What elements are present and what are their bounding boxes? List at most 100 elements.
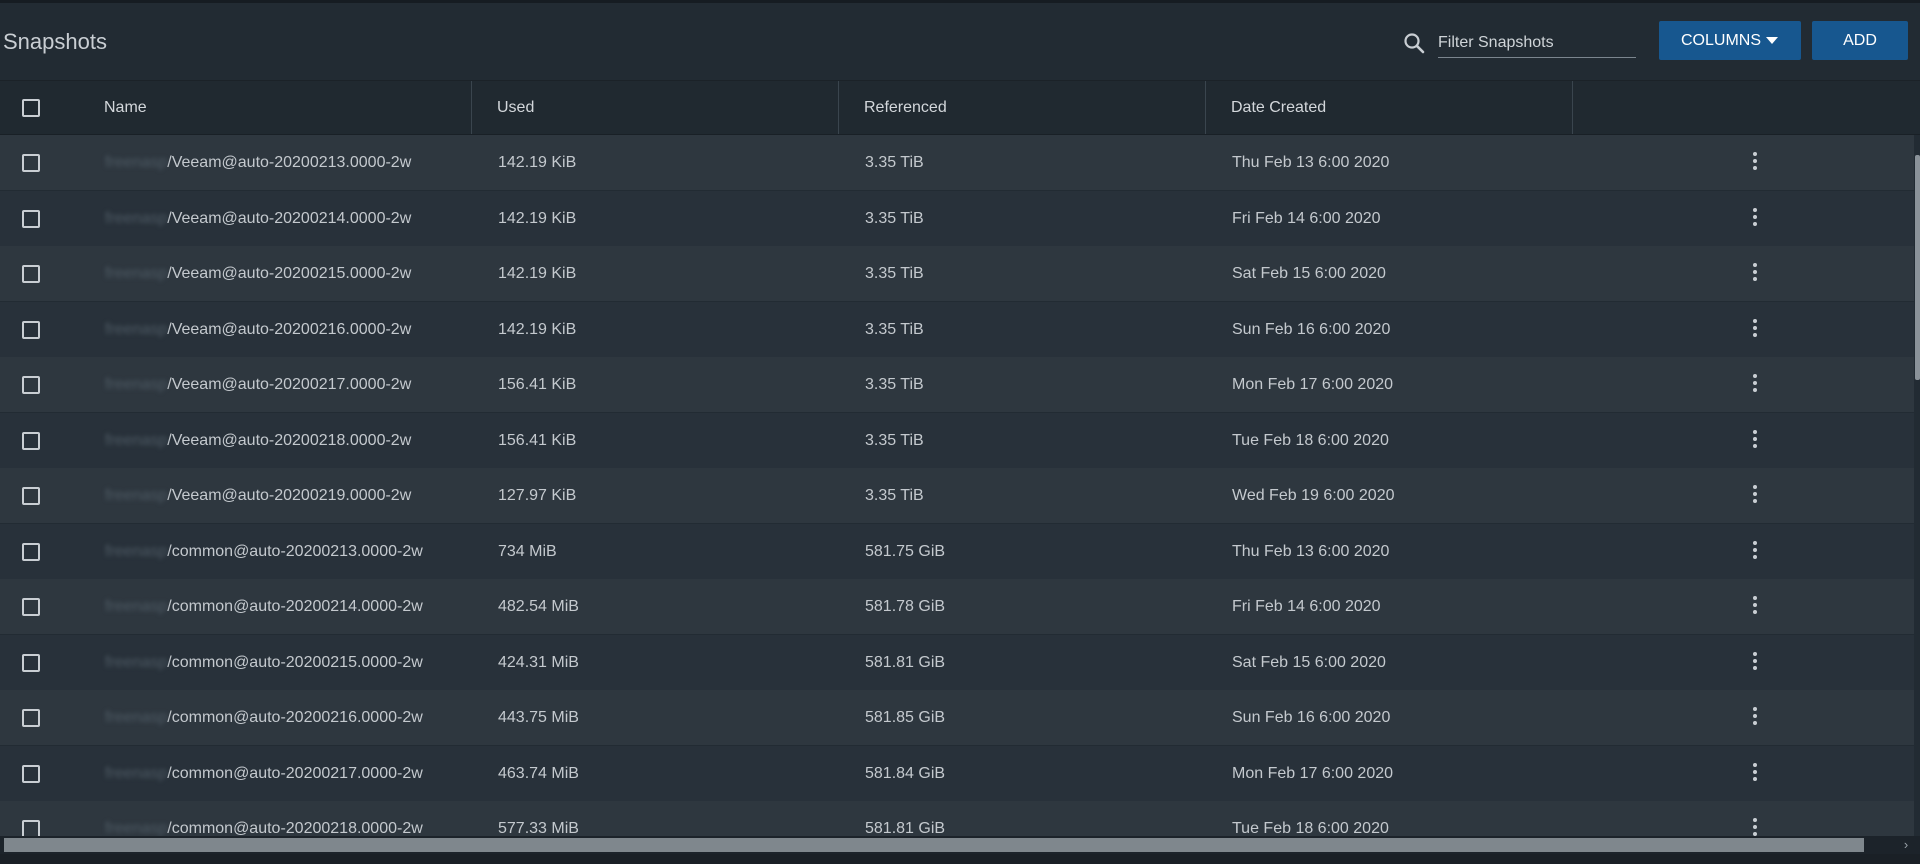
kebab-menu-icon[interactable]: [1752, 540, 1758, 561]
kebab-menu-icon[interactable]: [1752, 374, 1758, 394]
table-row[interactable]: freenasp/common@auto-20200213.0000-2w 734…: [0, 523, 1914, 579]
snapshot-path: /Veeam@auto-20200219.0000-2w: [167, 487, 412, 504]
kebab-menu-icon[interactable]: [1752, 707, 1758, 727]
referenced-size: 3.35 TiB: [865, 154, 924, 171]
row-checkbox[interactable]: [22, 598, 40, 616]
row-checkbox[interactable]: [22, 653, 40, 672]
page-title: Snapshots: [3, 29, 107, 54]
snapshot-path: /Veeam@auto-20200213.0000-2w: [167, 154, 412, 171]
row-checkbox[interactable]: [22, 265, 40, 283]
snapshot-name: freenasp/common@auto-20200218.0000-2w: [105, 801, 423, 836]
row-checkbox[interactable]: [22, 376, 40, 394]
kebab-menu-icon[interactable]: [1752, 818, 1758, 836]
snapshot-name: freenasp/Veeam@auto-20200217.0000-2w: [105, 357, 411, 412]
kebab-menu-icon[interactable]: [1752, 762, 1758, 783]
date-created: Sun Feb 16 6:00 2020: [1232, 709, 1391, 726]
referenced-size: 3.35 TiB: [865, 431, 924, 449]
referenced-size: 581.81 GiB: [865, 820, 946, 836]
horizontal-scrollbar[interactable]: ›: [0, 836, 1920, 854]
snapshot-name: freenasp/Veeam@auto-20200218.0000-2w: [105, 413, 411, 468]
pool-name-redacted: freenasp: [105, 209, 168, 227]
date-created: Sat Feb 15 6:00 2020: [1232, 265, 1386, 282]
table-row[interactable]: freenasp/common@auto-20200217.0000-2w 463…: [0, 745, 1914, 801]
used-size: 463.74 MiB: [498, 764, 579, 782]
date-created: Tue Feb 18 6:00 2020: [1232, 431, 1389, 449]
snapshot-path: /Veeam@auto-20200214.0000-2w: [167, 209, 412, 227]
chevron-right-icon[interactable]: ›: [1899, 836, 1913, 854]
vertical-scrollbar-thumb[interactable]: [1915, 155, 1920, 380]
columns-button[interactable]: COLUMNS: [1659, 21, 1801, 60]
date-created: Sat Feb 15 6:00 2020: [1232, 653, 1386, 671]
column-divider[interactable]: [1205, 81, 1206, 134]
snapshot-path: /common@auto-20200215.0000-2w: [167, 653, 423, 671]
kebab-menu-icon[interactable]: [1752, 429, 1758, 450]
search-icon[interactable]: [1402, 31, 1426, 55]
table-row[interactable]: freenasp/Veeam@auto-20200219.0000-2w 127.…: [0, 468, 1914, 523]
referenced-size: 581.75 GiB: [865, 542, 946, 560]
filter-snapshots-input[interactable]: [1438, 29, 1636, 58]
row-checkbox[interactable]: [22, 209, 40, 228]
snapshot-path: /Veeam@auto-20200217.0000-2w: [167, 376, 412, 393]
row-checkbox[interactable]: [22, 764, 40, 783]
used-size: 156.41 KiB: [498, 431, 577, 449]
table-row[interactable]: freenasp/common@auto-20200218.0000-2w 577…: [0, 801, 1914, 836]
column-divider[interactable]: [838, 81, 839, 134]
row-checkbox[interactable]: [22, 487, 40, 505]
column-divider[interactable]: [471, 81, 472, 134]
page-header: Snapshots COLUMNS ADD: [0, 3, 1920, 81]
snapshot-path: /Veeam@auto-20200215.0000-2w: [167, 265, 412, 282]
snapshot-table-body: freenasp/Veeam@auto-20200213.0000-2w 142.…: [0, 135, 1914, 836]
snapshot-path: /common@auto-20200218.0000-2w: [167, 820, 423, 836]
add-button[interactable]: ADD: [1812, 21, 1908, 60]
used-size: 577.33 MiB: [498, 820, 579, 836]
kebab-menu-icon[interactable]: [1752, 596, 1758, 616]
used-size: 127.97 KiB: [498, 487, 577, 504]
snapshot-name: freenasp/Veeam@auto-20200215.0000-2w: [105, 246, 411, 301]
pool-name-redacted: freenasp: [105, 431, 168, 449]
snapshot-name: freenasp/Veeam@auto-20200216.0000-2w: [105, 302, 411, 357]
row-checkbox[interactable]: [22, 542, 40, 561]
row-checkbox[interactable]: [22, 820, 40, 836]
snapshot-name: freenasp/Veeam@auto-20200214.0000-2w: [105, 191, 411, 246]
snapshot-name: freenasp/Veeam@auto-20200219.0000-2w: [105, 468, 411, 523]
table-row[interactable]: freenasp/Veeam@auto-20200217.0000-2w 156.…: [0, 357, 1914, 412]
horizontal-scrollbar-thumb[interactable]: [4, 838, 1864, 852]
date-created: Fri Feb 14 6:00 2020: [1232, 209, 1381, 227]
table-row[interactable]: freenasp/Veeam@auto-20200214.0000-2w 142.…: [0, 190, 1914, 246]
date-created: Thu Feb 13 6:00 2020: [1232, 154, 1390, 171]
referenced-size: 581.81 GiB: [865, 653, 946, 671]
referenced-size: 581.85 GiB: [865, 709, 946, 726]
table-row[interactable]: freenasp/Veeam@auto-20200216.0000-2w 142.…: [0, 301, 1914, 357]
kebab-menu-icon[interactable]: [1752, 485, 1758, 505]
row-checkbox[interactable]: [22, 431, 40, 450]
table-row[interactable]: freenasp/Veeam@auto-20200218.0000-2w 156.…: [0, 412, 1914, 468]
column-header-date-created[interactable]: Date Created: [1231, 81, 1326, 134]
snapshot-path: /common@auto-20200217.0000-2w: [167, 764, 423, 782]
table-row[interactable]: freenasp/common@auto-20200215.0000-2w 424…: [0, 634, 1914, 690]
table-row[interactable]: freenasp/Veeam@auto-20200215.0000-2w 142.…: [0, 246, 1914, 301]
select-all-checkbox[interactable]: [22, 99, 40, 117]
used-size: 142.19 KiB: [498, 265, 577, 282]
pool-name-redacted: freenasp: [105, 598, 168, 615]
table-row[interactable]: freenasp/common@auto-20200214.0000-2w 482…: [0, 579, 1914, 634]
pool-name-redacted: freenasp: [105, 376, 168, 393]
column-header-referenced[interactable]: Referenced: [864, 81, 947, 134]
table-row[interactable]: freenasp/Veeam@auto-20200213.0000-2w 142.…: [0, 135, 1914, 190]
row-checkbox[interactable]: [22, 154, 40, 172]
row-checkbox[interactable]: [22, 320, 40, 339]
pool-name-redacted: freenasp: [105, 542, 168, 560]
snapshot-name: freenasp/common@auto-20200217.0000-2w: [105, 746, 423, 801]
row-checkbox[interactable]: [22, 709, 40, 727]
used-size: 424.31 MiB: [498, 653, 579, 671]
kebab-menu-icon[interactable]: [1752, 207, 1758, 228]
kebab-menu-icon[interactable]: [1752, 318, 1758, 339]
column-header-name[interactable]: Name: [104, 81, 147, 134]
kebab-menu-icon[interactable]: [1752, 651, 1758, 672]
kebab-menu-icon[interactable]: [1752, 263, 1758, 283]
kebab-menu-icon[interactable]: [1752, 152, 1758, 172]
snapshot-name: freenasp/common@auto-20200213.0000-2w: [105, 524, 423, 579]
table-row[interactable]: freenasp/common@auto-20200216.0000-2w 443…: [0, 690, 1914, 745]
column-divider[interactable]: [1572, 81, 1573, 134]
column-header-used[interactable]: Used: [497, 81, 534, 134]
snapshot-path: /common@auto-20200213.0000-2w: [167, 542, 423, 560]
